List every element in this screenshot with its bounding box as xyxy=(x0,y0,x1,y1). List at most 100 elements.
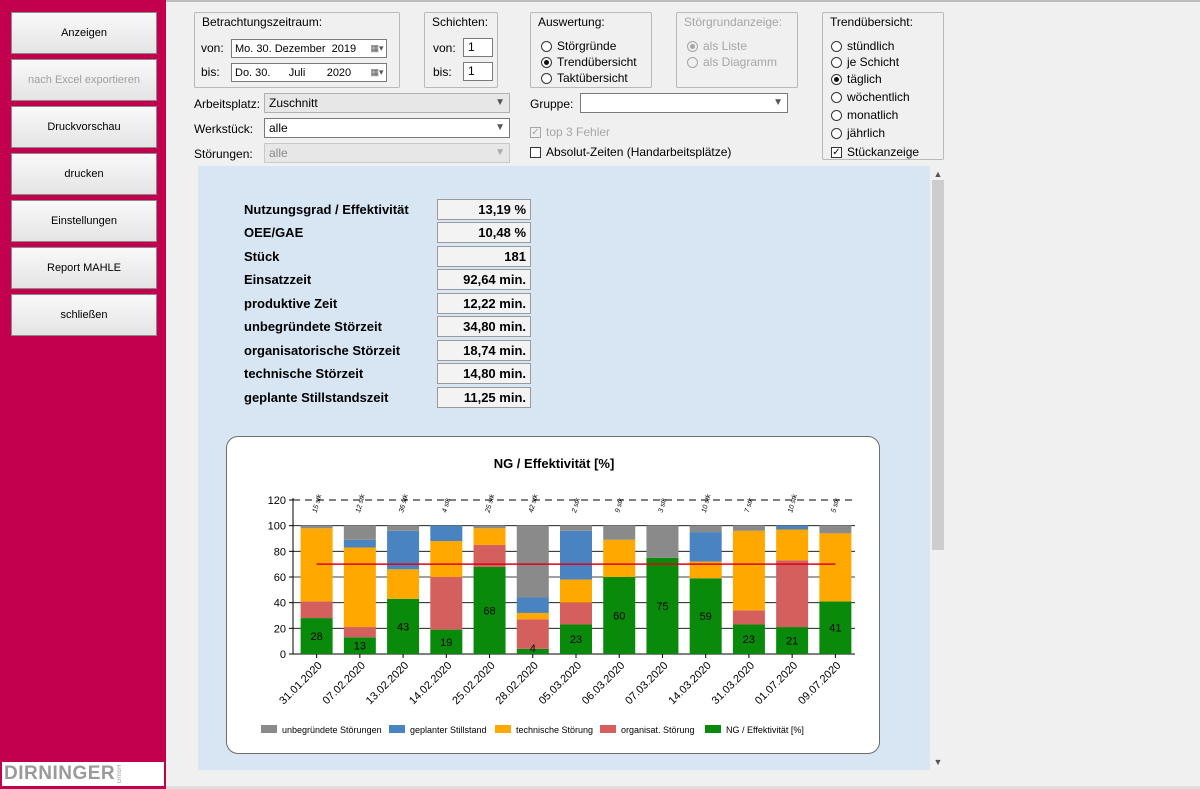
stoerungen-label: Störungen: xyxy=(194,147,253,161)
x-tick-label: 07.02.2020 xyxy=(321,660,368,707)
stueck-label: 7 stk xyxy=(744,497,755,514)
bar-segment xyxy=(560,530,592,580)
schicht-bis-input[interactable]: 1 xyxy=(463,62,493,81)
zeitraum-group: Betrachtungszeitraum: von: Mo. 30. Dezem… xyxy=(194,12,400,88)
werkstueck-select[interactable]: alle ▼ xyxy=(264,118,510,138)
legend-label: NG / Effektivität [%] xyxy=(726,725,804,735)
arbeitsplatz-select[interactable]: Zuschnitt ▼ xyxy=(264,93,510,113)
radio-label: als Liste xyxy=(703,39,748,53)
stueck-label: 9 stk xyxy=(614,497,625,514)
auswertung-group: Auswertung: Störgründe Trendübersicht Ta… xyxy=(530,12,652,88)
trend-taeglich-radio[interactable]: täglich xyxy=(831,72,882,86)
bar-segment xyxy=(300,525,333,529)
scrollbar-thumb[interactable] xyxy=(932,180,944,550)
einstellungen-button[interactable]: Einstellungen xyxy=(11,200,157,242)
bar-value-label: 43 xyxy=(397,621,409,633)
scroll-down-icon[interactable]: ▼ xyxy=(930,754,946,770)
trend-woechentlich-radio[interactable]: wöchentlich xyxy=(831,90,910,104)
chevron-down-icon: ▼ xyxy=(773,97,783,108)
bar-segment xyxy=(603,539,636,577)
kpi-value: 10,48 % xyxy=(437,222,531,243)
y-tick-label: 40 xyxy=(274,598,286,610)
als-diagramm-radio[interactable]: als Diagramm xyxy=(687,55,777,69)
chevron-down-icon: ▼ xyxy=(495,122,505,133)
bar-segment xyxy=(387,525,420,531)
gruppe-label: Gruppe: xyxy=(530,97,574,111)
bar-segment xyxy=(732,530,765,611)
stoerungen-select[interactable]: alle ▼ xyxy=(264,143,510,163)
logo-tm: GmbH xyxy=(117,764,124,784)
bar-value-label: 21 xyxy=(786,636,798,648)
x-tick-label: 13.02.2020 xyxy=(364,660,411,707)
arbeitsplatz-value: Zuschnitt xyxy=(269,96,318,110)
bis-date-field[interactable]: Do. 30. Juli 2020 ▦▾ xyxy=(231,63,387,82)
kpi-label: produktive Zeit xyxy=(244,296,338,311)
radio-label: als Diagramm xyxy=(703,55,778,69)
bar-segment xyxy=(516,597,549,613)
trend-monatlich-radio[interactable]: monatlich xyxy=(831,108,898,122)
y-tick-label: 0 xyxy=(280,649,286,661)
bar-segment xyxy=(819,525,852,534)
radio-icon xyxy=(541,56,552,68)
stueck-label: 5 stk xyxy=(831,497,842,514)
top-border xyxy=(166,0,1200,2)
kpi-value: 92,64 min. xyxy=(437,269,531,290)
bar-segment xyxy=(776,525,809,530)
kpi-value: 181 xyxy=(437,246,531,267)
kpi-value: 18,74 min. xyxy=(437,340,531,361)
bar-value-label: 13 xyxy=(354,641,366,653)
legend-swatch xyxy=(389,725,405,733)
bar-segment xyxy=(300,601,333,619)
absolut-zeiten-checkbox[interactable]: Absolut-Zeiten (Handarbeitsplätze) xyxy=(530,145,731,159)
trend-je-schicht-radio[interactable]: je Schicht xyxy=(831,55,899,69)
sidebar: Anzeigen nach Excel exportieren Druckvor… xyxy=(0,0,166,789)
bar-segment xyxy=(819,533,852,602)
ng-effektivitaet-chart: NG / Effektivität [%] 0 20 40 60 80 100 120 28 15… xyxy=(261,456,855,735)
kpi-value: 11,25 min. xyxy=(437,387,531,408)
excel-export-button[interactable]: nach Excel exportieren xyxy=(11,59,157,101)
calendar-dropdown-icon[interactable]: ▦▾ xyxy=(370,66,384,79)
bis-label: bis: xyxy=(201,65,220,79)
radio-label: je Schicht xyxy=(847,55,900,69)
top3-fehler-checkbox[interactable]: ✓ top 3 Fehler xyxy=(530,125,610,139)
auswertung-taktuebersicht-radio[interactable]: Taktübersicht xyxy=(541,71,628,85)
als-liste-radio[interactable]: als Liste xyxy=(687,39,747,53)
stueck-label: 42 stk xyxy=(528,493,540,513)
druckvorschau-button[interactable]: Druckvorschau xyxy=(11,106,157,148)
calendar-dropdown-icon[interactable]: ▦▾ xyxy=(370,42,384,55)
checkbox-checked-icon: ✓ xyxy=(530,126,541,138)
vertical-scrollbar[interactable]: ▲ ▼ xyxy=(930,166,946,770)
auswertung-trenduebersicht-radio[interactable]: Trendübersicht xyxy=(541,55,637,69)
y-tick-label: 60 xyxy=(274,572,286,584)
stoergrundanzeige-group: Störgrundanzeige: als Liste als Diagramm xyxy=(676,12,798,88)
stueckanzeige-checkbox[interactable]: ✓ Stückanzeige xyxy=(831,145,919,159)
trend-jaehrlich-radio[interactable]: jährlich xyxy=(831,126,885,140)
kpi-value: 13,19 % xyxy=(437,199,531,220)
trend-stuendlich-radio[interactable]: stündlich xyxy=(831,39,894,53)
bar-segment xyxy=(776,560,809,628)
x-tick-label: 28.02.2020 xyxy=(493,660,540,707)
y-tick-label: 80 xyxy=(274,546,286,558)
bar-segment xyxy=(430,541,463,577)
bar-segment xyxy=(732,525,765,531)
x-tick-label: 14.02.2020 xyxy=(407,660,454,707)
bar-segment xyxy=(430,525,463,542)
bis-date-value: Do. 30. Juli 2020 xyxy=(235,66,352,79)
gruppe-select[interactable]: ▼ xyxy=(580,93,788,113)
auswertung-stoergruende-radio[interactable]: Störgründe xyxy=(541,39,616,53)
von-date-field[interactable]: Mo. 30. Dezember 2019 ▦▾ xyxy=(231,39,387,58)
drucken-button[interactable]: drucken xyxy=(11,153,157,195)
schliessen-button[interactable]: schließen xyxy=(11,294,157,336)
schicht-von-input[interactable]: 1 xyxy=(463,38,493,57)
anzeigen-button[interactable]: Anzeigen xyxy=(11,12,157,54)
radio-label: täglich xyxy=(847,72,882,86)
checkbox-icon xyxy=(530,146,541,158)
report-mahle-button[interactable]: Report MAHLE xyxy=(11,247,157,289)
checkbox-label: Stückanzeige xyxy=(847,145,920,159)
stueck-label: 25 stk xyxy=(484,493,496,514)
stueck-label: 10 stk xyxy=(701,493,713,513)
chevron-down-icon: ▼ xyxy=(495,97,505,108)
bar-value-label: 75 xyxy=(656,601,668,613)
bar-segment xyxy=(689,532,722,562)
radio-icon xyxy=(541,72,552,84)
